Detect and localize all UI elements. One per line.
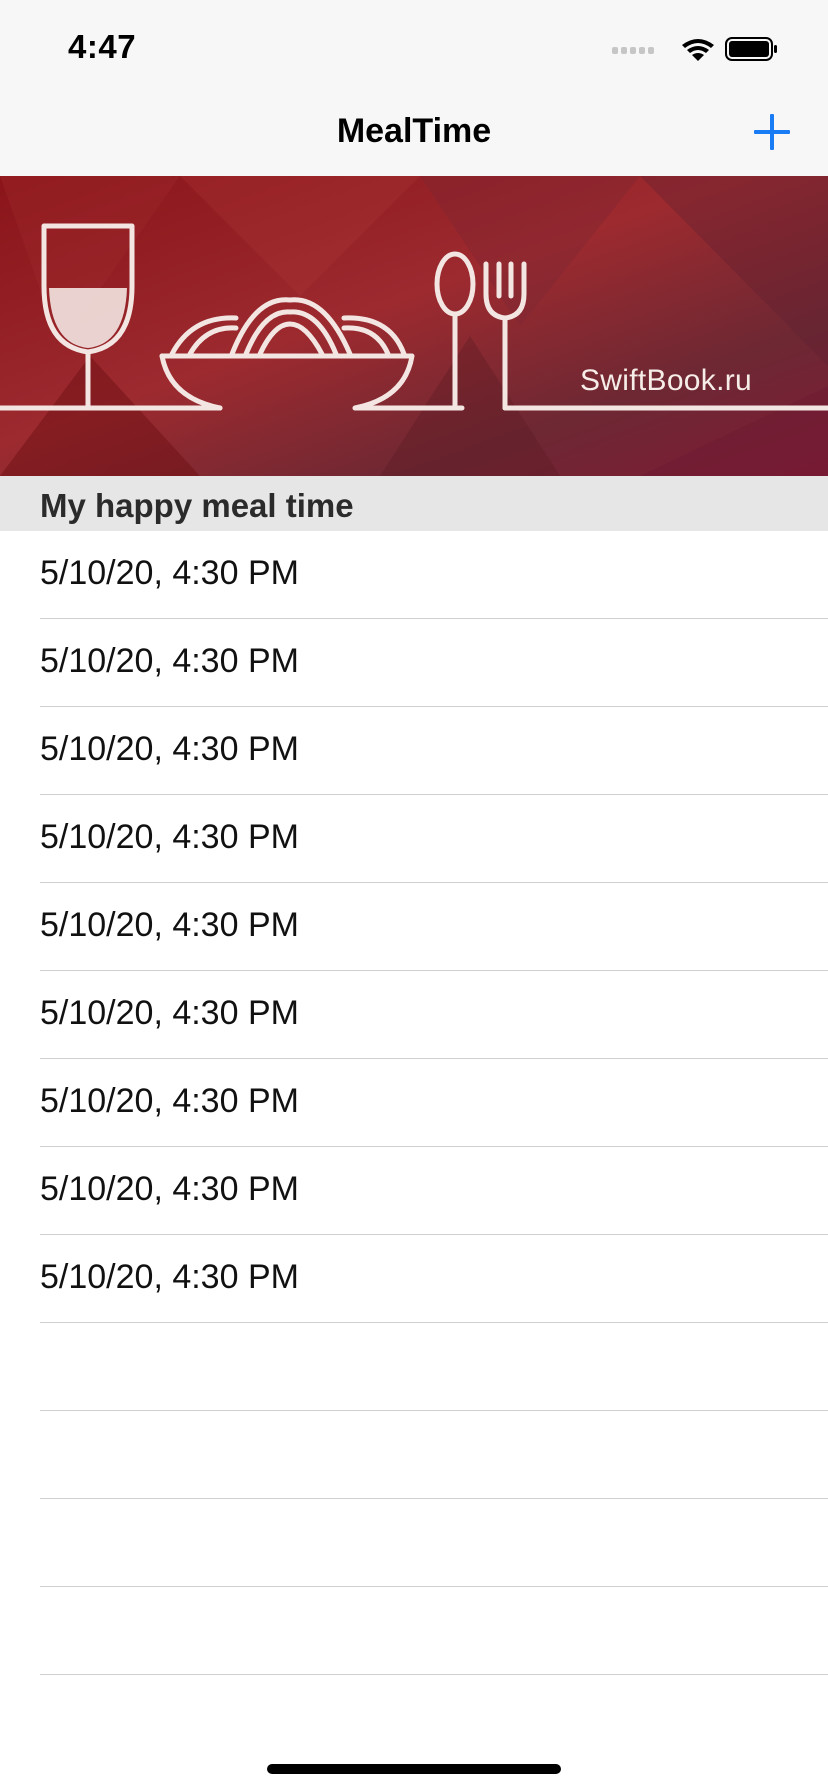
cellular-signal-icon: [612, 47, 654, 54]
table-row[interactable]: 5/10/20, 4:30 PM: [0, 1059, 828, 1147]
banner-artwork: [0, 176, 828, 476]
table-row[interactable]: 5/10/20, 4:30 PM: [0, 1235, 828, 1323]
empty-table-row: [0, 1499, 828, 1587]
row-date-label: 5/10/20, 4:30 PM: [40, 730, 299, 768]
empty-table-row: [0, 1587, 828, 1675]
table-row[interactable]: 5/10/20, 4:30 PM: [0, 795, 828, 883]
row-date-label: 5/10/20, 4:30 PM: [40, 818, 299, 856]
row-date-label: 5/10/20, 4:30 PM: [40, 1082, 299, 1120]
add-meal-button[interactable]: [746, 106, 798, 158]
table-row[interactable]: 5/10/20, 4:30 PM: [0, 883, 828, 971]
row-date-label: 5/10/20, 4:30 PM: [40, 1258, 299, 1296]
table-row[interactable]: 5/10/20, 4:30 PM: [0, 971, 828, 1059]
row-date-label: 5/10/20, 4:30 PM: [40, 906, 299, 944]
status-time: 4:47: [68, 28, 137, 65]
section-title: My happy meal time: [40, 487, 354, 524]
table-row[interactable]: 5/10/20, 4:30 PM: [0, 1147, 828, 1235]
table-row[interactable]: 5/10/20, 4:30 PM: [0, 531, 828, 619]
nav-title: MealTime: [336, 112, 492, 150]
status-bar: 4:47: [0, 0, 828, 88]
row-date-label: 5/10/20, 4:30 PM: [40, 1170, 299, 1208]
row-date-label: 5/10/20, 4:30 PM: [40, 994, 299, 1032]
row-date-label: 5/10/20, 4:30 PM: [40, 642, 299, 680]
status-icons: [612, 37, 777, 61]
plus-icon: [754, 114, 790, 150]
navigation-bar: MealTime: [0, 88, 828, 177]
home-indicator[interactable]: [267, 1764, 561, 1774]
table-row[interactable]: 5/10/20, 4:30 PM: [0, 619, 828, 707]
meal-list: 5/10/20, 4:30 PM 5/10/20, 4:30 PM 5/10/2…: [0, 531, 828, 1675]
section-header: My happy meal time: [0, 476, 828, 531]
header-banner-image: SwiftBook.ru: [0, 176, 828, 476]
banner-text: SwiftBook.ru: [580, 364, 752, 397]
battery-icon: [725, 37, 777, 61]
row-date-label: 5/10/20, 4:30 PM: [40, 554, 299, 592]
empty-table-row: [0, 1323, 828, 1411]
empty-table-row: [0, 1411, 828, 1499]
wifi-icon: [682, 39, 714, 61]
table-row[interactable]: 5/10/20, 4:30 PM: [0, 707, 828, 795]
